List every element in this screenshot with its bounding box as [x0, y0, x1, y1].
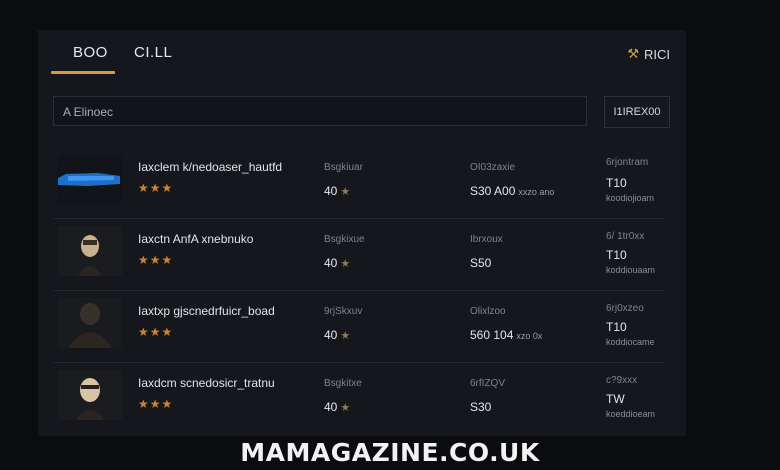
item-title: Iaxctn AnfA xnebnuko — [138, 232, 254, 246]
col3-sub: koddiocame — [606, 337, 655, 347]
col1-label: Bsgkiuar — [324, 162, 363, 173]
main-panel: BOO CI.LL ⚒ RICI A Elinoec I1IREX00 Iaxc… — [38, 30, 686, 436]
col1-label: 9rjSkxuv — [324, 306, 363, 317]
col2-label: Ibrxoux — [470, 234, 503, 245]
hooded-figure-image — [58, 298, 122, 348]
col2-value: S30 A00 — [470, 184, 516, 198]
col2-label: Olixlzoo — [470, 306, 506, 317]
masked-figure-image — [58, 226, 122, 276]
col1-label: Bsgkitxe — [324, 378, 362, 389]
col3-sub: koddiouaam — [606, 265, 656, 275]
col3-value: TW — [606, 392, 625, 406]
col3-value: T10 — [606, 248, 627, 262]
col2-label: OI03zaxie — [470, 162, 516, 173]
col1-value: 40 — [324, 328, 338, 342]
search-value: A Elinoec — [63, 105, 114, 119]
col3-label: 6rjontram — [606, 157, 649, 168]
skull-mask-image — [58, 370, 122, 420]
col1-value: 40 — [324, 256, 338, 270]
rating-stars: ★★★ — [138, 397, 174, 411]
col3-value: T10 — [606, 176, 627, 190]
blue-vehicle-image — [58, 154, 122, 204]
col2-value: 560 104 — [470, 328, 514, 342]
col1-value: 40 — [324, 184, 338, 198]
watermark-text: MAMAGAZINE.CO.UK — [240, 438, 540, 467]
search-input[interactable]: A Elinoec — [53, 96, 587, 126]
list-item[interactable]: Iaxctn AnfA xnebnuko ★★★ Bsgkixue 40 ★ Ib… — [54, 218, 664, 291]
rank-label: RICI — [644, 46, 670, 62]
filter-button[interactable]: I1IREX00 — [604, 96, 670, 128]
rank-button[interactable]: ⚒ RICI — [627, 46, 670, 62]
col2-minor: xxzo ano — [518, 187, 555, 197]
list-item[interactable]: Iaxtxp gjscnedrfuicr_boad ★★★ 9rjSkxuv 4… — [54, 290, 664, 363]
col1-value: 40 — [324, 400, 338, 414]
tab-bar: BOO CI.LL ⚒ RICI — [38, 30, 686, 76]
list-item[interactable]: Iaxclem k/nedoaser_hautfd ★★★ Bsgkiuar 4… — [54, 146, 664, 219]
rating-stars: ★★★ — [138, 181, 174, 195]
level-icon: ★ — [340, 402, 351, 414]
rating-stars: ★★★ — [138, 325, 174, 339]
level-icon: ★ — [340, 258, 351, 270]
col2-minor: xzo 0x — [516, 331, 543, 341]
col3-sub: koeddioeam — [606, 409, 656, 419]
item-title: Iaxdcm scnedosicr_tratnu — [138, 376, 275, 390]
tab-boo[interactable]: BOO — [73, 44, 108, 61]
list-item[interactable]: Iaxdcm scnedosicr_tratnu ★★★ Bsgkitxe 40… — [54, 362, 664, 434]
active-tab-indicator — [51, 71, 115, 74]
item-title: Iaxtxp gjscnedrfuicr_boad — [138, 304, 275, 318]
col2-label: 6rfIZQV — [470, 378, 506, 389]
col3-label: c?9xxx — [606, 375, 638, 386]
tab-cill[interactable]: CI.LL — [134, 44, 172, 61]
col3-value: T10 — [606, 320, 627, 334]
col2-value: S50 — [470, 256, 492, 270]
level-icon: ★ — [340, 186, 351, 198]
col2-value: S30 — [470, 400, 492, 414]
col3-label: 6/ 1tr0xx — [606, 231, 645, 242]
badge-icon: ⚒ — [627, 46, 639, 61]
item-title: Iaxclem k/nedoaser_hautfd — [138, 160, 283, 174]
col1-label: Bsgkixue — [324, 234, 365, 245]
col3-sub: koodiojioam — [606, 193, 655, 203]
col3-label: 6rj0xzeo — [606, 303, 644, 314]
level-icon: ★ — [340, 330, 351, 342]
rating-stars: ★★★ — [138, 253, 174, 267]
